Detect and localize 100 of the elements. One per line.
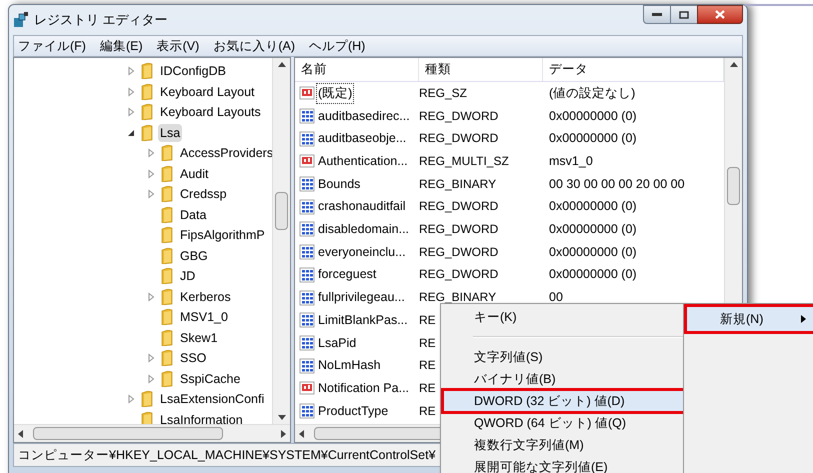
value-data: 00 30 00 00 00 20 00 00 <box>548 176 686 193</box>
folder-icon <box>160 227 174 244</box>
value-name[interactable]: Bounds <box>317 174 362 194</box>
scrollbar-thumb[interactable] <box>727 167 740 205</box>
value-type: REG_MULTI_SZ <box>419 154 509 168</box>
expand-triangle-icon[interactable] <box>146 353 156 364</box>
expand-triangle-icon[interactable] <box>146 168 156 179</box>
context-menu-item[interactable]: DWORD (32 ビット) 値(D) <box>443 390 684 412</box>
value-name[interactable]: fullprivilegeau... <box>317 288 406 307</box>
value-name[interactable]: crashonauditfail <box>317 197 407 216</box>
context-menu-item[interactable]: QWORD (64 ビット) 値(Q) <box>443 412 684 434</box>
value-name[interactable]: auditbaseobje... <box>317 129 408 148</box>
value-name[interactable]: Notification Pa... <box>317 378 410 398</box>
value-data: msv1_0 <box>548 153 594 170</box>
value-type: REG_BINARY <box>419 176 496 191</box>
value-name[interactable]: forceguest <box>317 265 378 284</box>
value-type: REG_DWORD <box>419 131 498 146</box>
value-type: REG_DWORD <box>419 267 498 282</box>
tree-item[interactable]: GBG <box>178 246 210 265</box>
folder-icon <box>160 268 174 284</box>
folder-icon <box>160 145 174 162</box>
value-type: RE <box>419 404 436 418</box>
tree-item[interactable]: LsaExtensionConfi <box>158 390 266 408</box>
folder-icon <box>160 186 174 202</box>
tree-item[interactable]: JD <box>178 267 198 286</box>
value-name[interactable]: ProductType <box>317 402 390 420</box>
tree-item[interactable]: Data <box>178 206 208 224</box>
horizontal-scrollbar[interactable] <box>14 424 290 442</box>
value-type: REG_DWORD <box>419 222 498 236</box>
scroll-up-icon[interactable] <box>278 61 286 67</box>
folder-icon <box>160 248 174 264</box>
tree-item[interactable]: Kerberos <box>178 288 233 306</box>
expand-triangle-icon[interactable] <box>126 107 136 118</box>
binary-value-icon <box>299 221 315 238</box>
vertical-scrollbar[interactable] <box>272 58 290 424</box>
tree-item[interactable]: IDConfigDB <box>158 62 228 80</box>
collapse-triangle-icon[interactable] <box>126 128 136 138</box>
string-value-icon <box>299 85 315 102</box>
context-menu-item[interactable]: 展開可能な文字列値(E) <box>443 456 684 473</box>
tree-item[interactable]: FipsAlgorithmP <box>178 226 267 244</box>
scroll-up-icon[interactable] <box>730 61 738 67</box>
value-name[interactable]: NoLmHash <box>317 356 382 375</box>
tree-item[interactable]: LsaInformation <box>158 410 245 424</box>
scroll-right-icon[interactable] <box>281 430 287 438</box>
value-type: REG_DWORD <box>419 199 498 214</box>
tree-item[interactable]: Audit <box>178 164 210 183</box>
folder-icon <box>140 104 154 120</box>
tree-item[interactable]: Keyboard Layouts <box>158 103 263 122</box>
column-header[interactable]: 種類 <box>419 58 543 81</box>
tree-item[interactable]: MSV1_0 <box>178 308 230 326</box>
minimize-button[interactable] <box>643 5 671 24</box>
menu-item[interactable]: お気に入り(A) <box>213 36 295 56</box>
tree-item[interactable]: SSO <box>178 349 208 368</box>
value-name[interactable]: (既定) <box>317 84 354 103</box>
value-name[interactable]: auditbasedirec... <box>317 106 411 126</box>
tree-item[interactable]: Skew1 <box>178 328 220 347</box>
scroll-left-icon[interactable] <box>17 430 23 438</box>
menu-item[interactable]: ファイル(F) <box>18 36 86 56</box>
tree-item[interactable]: Credssp <box>178 185 229 204</box>
maximize-button[interactable] <box>671 5 697 24</box>
folder-icon <box>160 330 174 346</box>
value-name[interactable]: disabledomain... <box>317 220 410 239</box>
binary-value-icon <box>299 334 315 351</box>
menu-item[interactable]: 編集(E) <box>100 36 143 56</box>
maximize-icon <box>679 10 689 18</box>
close-button[interactable] <box>697 5 743 24</box>
expand-triangle-icon[interactable] <box>146 374 156 384</box>
expand-triangle-icon[interactable] <box>146 292 156 302</box>
menu-item[interactable]: ヘルプ(H) <box>308 36 366 56</box>
binary-value-icon <box>299 130 315 147</box>
value-name[interactable]: LsaPid <box>317 334 358 352</box>
parent-menu-item[interactable]: 新規(N) <box>686 306 813 332</box>
value-name[interactable]: Authentication... <box>317 152 409 171</box>
binary-value-icon <box>299 244 315 260</box>
tree-item[interactable]: Lsa <box>158 124 182 142</box>
menu-item[interactable]: 表示(V) <box>156 36 200 56</box>
context-menu-item[interactable]: バイナリ値(B) <box>443 368 684 390</box>
expand-triangle-icon[interactable] <box>126 86 136 97</box>
tree-item[interactable]: Keyboard Layout <box>158 82 257 101</box>
scroll-left-icon[interactable] <box>298 430 304 438</box>
context-menu-item[interactable]: 複数行文字列値(M) <box>443 434 684 456</box>
folder-icon <box>160 206 174 223</box>
context-menu-item[interactable]: 文字列値(S) <box>443 346 684 368</box>
expand-triangle-icon[interactable] <box>126 394 136 404</box>
expand-triangle-icon[interactable] <box>146 189 156 200</box>
folder-icon <box>140 84 154 100</box>
expand-triangle-icon[interactable] <box>126 66 136 76</box>
scroll-down-icon[interactable] <box>278 415 286 421</box>
value-name[interactable]: LimitBlankPas... <box>317 310 409 330</box>
value-name[interactable]: everyoneinclu... <box>317 242 407 262</box>
context-menu-item[interactable]: キー(K) <box>443 306 684 328</box>
scrollbar-thumb[interactable] <box>33 427 223 440</box>
expand-triangle-icon[interactable] <box>146 148 156 158</box>
window-title: レジストリ エディター <box>34 11 168 30</box>
column-header[interactable]: 名前 <box>295 58 419 81</box>
value-type: RE <box>419 358 436 372</box>
value-type: REG_SZ <box>419 86 468 100</box>
tree-item[interactable]: SspiCache <box>178 370 242 388</box>
binary-value-icon <box>299 176 315 192</box>
scrollbar-thumb[interactable] <box>275 192 288 230</box>
